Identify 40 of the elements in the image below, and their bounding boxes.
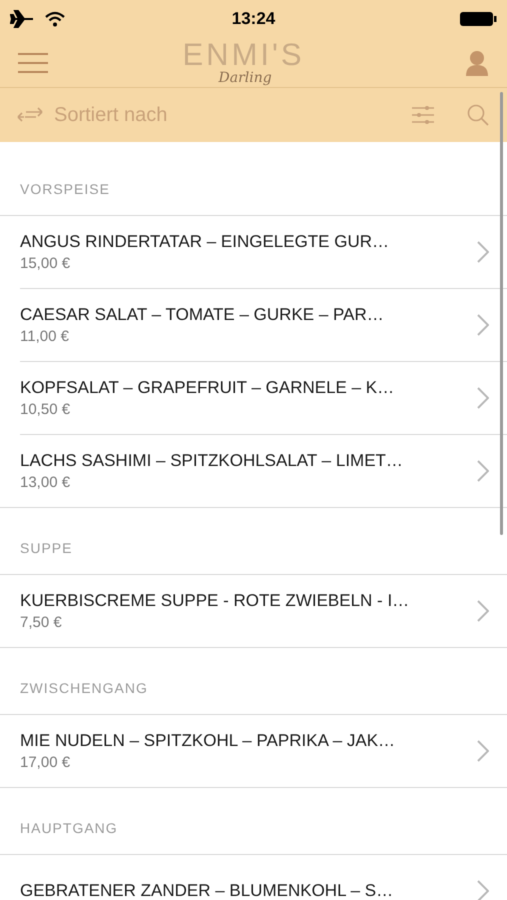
chevron-icon [477,600,489,622]
item-price: 10,50 € [20,400,72,420]
menu-item[interactable]: KUERBISCREME SUPPE - ROTE ZWIEBELN - I… 7,50 € [0,575,507,647]
item-name: CAESAR SALAT – TOMATE – GURKE – PAR… [20,304,385,326]
section-header: VORSPEISE [20,180,110,199]
section-header: HAUPTGANG [20,819,118,838]
menu-item[interactable]: MIE NUDELN – SPITZKOHL – PAPRIKA – JAK… 17,00 € [0,715,507,787]
item-price: 13,00 € [20,473,72,493]
menu-item[interactable]: KOPFSALAT – GRAPEFRUIT – GARNELE – K… 10,50 € [0,362,507,434]
chevron-icon [477,387,489,409]
user-icon[interactable] [465,50,489,76]
chevron-icon [477,740,489,762]
menu-item[interactable]: LACHS SASHIMI – SPITZKOHLSALAT – LIMET… 13,00 € [0,435,507,507]
item-name: LACHS SASHIMI – SPITZKOHLSALAT – LIMET… [20,450,404,472]
section-header: SUPPE [20,539,72,558]
section-header: ZWISCHENGANG [20,679,148,698]
menu-item[interactable]: GEBRATENER ZANDER – BLUMENKOHL – S… [0,855,507,900]
menu-item[interactable]: CAESAR SALAT – TOMATE – GURKE – PAR… 11,00 € [0,289,507,361]
item-price: 17,00 € [20,753,72,773]
status-time: 13:24 [232,8,276,30]
item-name: KUERBISCREME SUPPE - ROTE ZWIEBELN - I… [20,590,410,612]
item-price: 15,00 € [20,254,72,274]
menu-item[interactable]: ANGUS RINDERTATAR – EINGELEGTE GUR… 15,00 € [0,216,507,288]
item-name: ANGUS RINDERTATAR – EINGELEGTE GUR… [20,231,390,253]
wifi-icon [44,11,66,27]
item-price: 11,00 € [20,327,70,347]
item-name: KOPFSALAT – GRAPEFRUIT – GARNELE – K… [20,377,396,399]
filter-icon[interactable] [411,105,435,125]
logo-script: Darling [218,71,272,85]
chevron-icon [477,880,489,900]
chevron-icon [477,460,489,482]
chevron-icon [477,314,489,336]
item-price: 7,50 € [20,613,63,633]
battery-icon [459,11,497,27]
airplane-icon [10,10,34,28]
menu-icon[interactable] [18,52,48,72]
item-name: GEBRATENER ZANDER – BLUMENKOHL – S… [20,880,394,900]
search-icon[interactable] [467,104,489,126]
chevron-icon [477,241,489,263]
item-name: MIE NUDELN – SPITZKOHL – PAPRIKA – JAK… [20,730,396,752]
